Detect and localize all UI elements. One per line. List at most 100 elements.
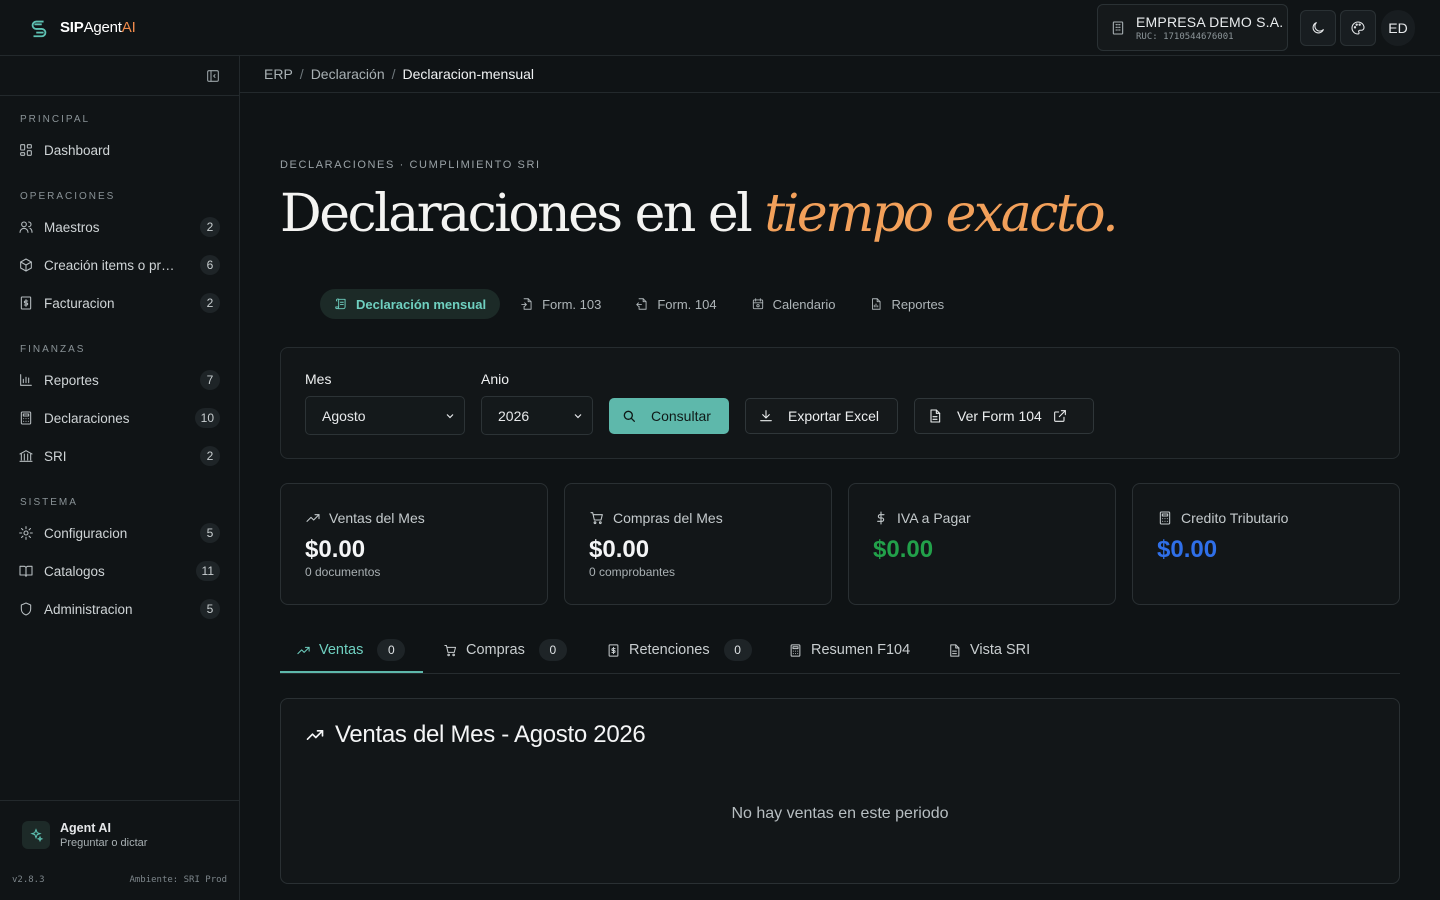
breadcrumb-erp[interactable]: ERP [264,66,293,82]
trending-up-icon [305,725,325,745]
sidebar-item-dashboard[interactable]: Dashboard [12,134,228,166]
chevron-down-icon [572,410,584,422]
month-select[interactable]: Agosto [305,396,465,435]
subtab-label: Declaración mensual [356,296,487,312]
stat-label: Compras del Mes [613,510,723,526]
sidebar-item-reportes[interactable]: Reportes 7 [12,364,228,396]
sidebar-item-count: 2 [200,217,220,237]
tab-resumen-f104[interactable]: Resumen F104 [788,627,910,673]
subtab-form-104[interactable]: Form. 104 [621,289,730,319]
sidebar-item-catalogos[interactable]: Catalogos 11 [12,555,228,587]
tab-badge: 0 [377,639,406,661]
page-title-accent: tiempo exacto. [764,184,1118,244]
dashboard-icon [18,142,34,158]
tab-label: Vista SRI [970,642,1031,658]
palette-icon [1350,20,1366,36]
tab-ventas[interactable]: Ventas 0 [296,627,406,673]
tab-retenciones[interactable]: Retenciones 0 [606,627,752,673]
calculator-icon [18,410,34,426]
sidebar-item-label: Declaraciones [44,410,130,426]
breadcrumb-separator: / [299,66,304,82]
app-version: v2.8.3 [12,875,45,885]
sidebar-header [0,56,239,96]
sidebar-item-label: Configuracion [44,525,128,541]
active-tab-indicator [280,671,423,673]
sidebar-item-label: Administracion [44,601,133,617]
year-select-value: 2026 [498,407,530,424]
subtab-calendario[interactable]: Calendario [737,289,850,319]
stat-value: $0.00 [1157,536,1218,563]
tab-label: Resumen F104 [811,642,911,658]
collapse-sidebar-icon[interactable] [205,68,221,84]
palette-button[interactable] [1340,10,1376,46]
sidebar-item-label: SRI [44,448,67,464]
users-icon [18,219,34,235]
moon-icon [1310,20,1326,36]
stat-card-ventas: Ventas del Mes $0.00 0 documentos [280,483,548,605]
filter-card: Mes Agosto Anio 2026 Consultar Exportar … [280,347,1400,459]
view-form-104-button[interactable]: Ver Form 104 [914,398,1094,434]
calendar-icon [751,297,765,311]
company-switcher[interactable]: EMPRESA DEMO S.A. RUC: 1710544676001 [1097,4,1288,51]
theme-toggle-button[interactable] [1300,10,1336,46]
file-export-icon [635,297,649,311]
sidebar-item-count: 10 [194,408,220,428]
subtab-label: Form. 103 [542,296,602,312]
bank-icon [18,448,34,464]
building-icon [1110,20,1126,36]
trending-up-icon [305,510,321,526]
top-bar: SIPAgentAI EMPRESA DEMO S.A. RUC: 171054… [0,0,1440,56]
sidebar-item-administracion[interactable]: Administracion 5 [12,593,228,625]
tab-badge: 0 [538,639,567,661]
sidebar: PRINCIPAL Dashboard OPERACIONES Maestros… [0,56,240,900]
detail-tabs: Ventas 0 Compras 0 Retenciones 0 Resumen… [280,627,1400,674]
stat-card-credito: Credito Tributario $0.00 [1132,483,1400,605]
subtab-form-103[interactable]: Form. 103 [506,289,615,319]
agent-ai-launcher[interactable]: Agent AI Preguntar o dictar [0,800,239,900]
tab-vista-sri[interactable]: Vista SRI [947,627,1030,673]
dollar-icon [873,510,889,526]
section-finanzas: FINANZAS [20,344,86,355]
page-title: Declaraciones en el tiempo exacto. [280,184,1119,244]
form104-button-label: Ver Form 104 [957,408,1042,424]
stat-value: $0.00 [589,536,650,563]
external-link-icon [1052,408,1068,424]
sidebar-item-declaraciones[interactable]: Declaraciones 10 [12,402,228,434]
sidebar-item-creacion-items[interactable]: Creación items o productos 6 [12,249,228,281]
breadcrumb-declaracion[interactable]: Declaración [311,66,385,82]
app-logo[interactable]: SIPAgentAI [28,17,136,39]
subtab-reportes[interactable]: Reportes [855,289,958,319]
avatar[interactable]: ED [1381,10,1415,46]
environment-label: Ambiente: SRI Prod [129,875,227,885]
tab-compras[interactable]: Compras 0 [443,627,567,673]
company-ruc: RUC: 1710544676001 [1136,31,1234,42]
consult-button[interactable]: Consultar [609,398,729,434]
export-excel-button[interactable]: Exportar Excel [745,398,898,434]
sidebar-item-count: 2 [200,446,220,466]
sidebar-item-configuracion[interactable]: Configuracion 5 [12,517,228,549]
page-title-plain: Declaraciones en el [280,184,765,244]
sidebar-item-label: Facturacion [44,295,115,311]
file-text-icon [947,643,962,658]
sidebar-item-count: 11 [195,561,220,581]
sidebar-item-facturacion[interactable]: Facturacion 2 [12,287,228,319]
sidebar-item-maestros[interactable]: Maestros 2 [12,211,228,243]
year-select[interactable]: 2026 [481,396,593,435]
breadcrumb: ERP / Declaración / Declaracion-mensual [240,56,1440,93]
sidebar-item-count: 7 [200,370,220,390]
stat-card-iva: IVA a Pagar $0.00 [848,483,1116,605]
agent-title: Agent AI [60,821,111,835]
section-sistema: SISTEMA [20,497,78,508]
subtab-declaracion-mensual[interactable]: Declaración mensual [320,289,501,319]
bar-chart-icon [18,372,34,388]
page-eyebrow: DECLARACIONES · CUMPLIMIENTO SRI [280,159,541,171]
year-label: Anio [481,371,510,387]
chevron-down-icon [444,410,456,422]
company-name: EMPRESA DEMO S.A. [1136,13,1284,30]
sidebar-item-sri[interactable]: SRI 2 [12,440,228,472]
book-icon [18,563,34,579]
file-text-icon [927,408,943,424]
sidebar-item-label: Dashboard [44,142,111,158]
cart-icon [589,510,605,526]
file-chart-icon [869,297,883,311]
